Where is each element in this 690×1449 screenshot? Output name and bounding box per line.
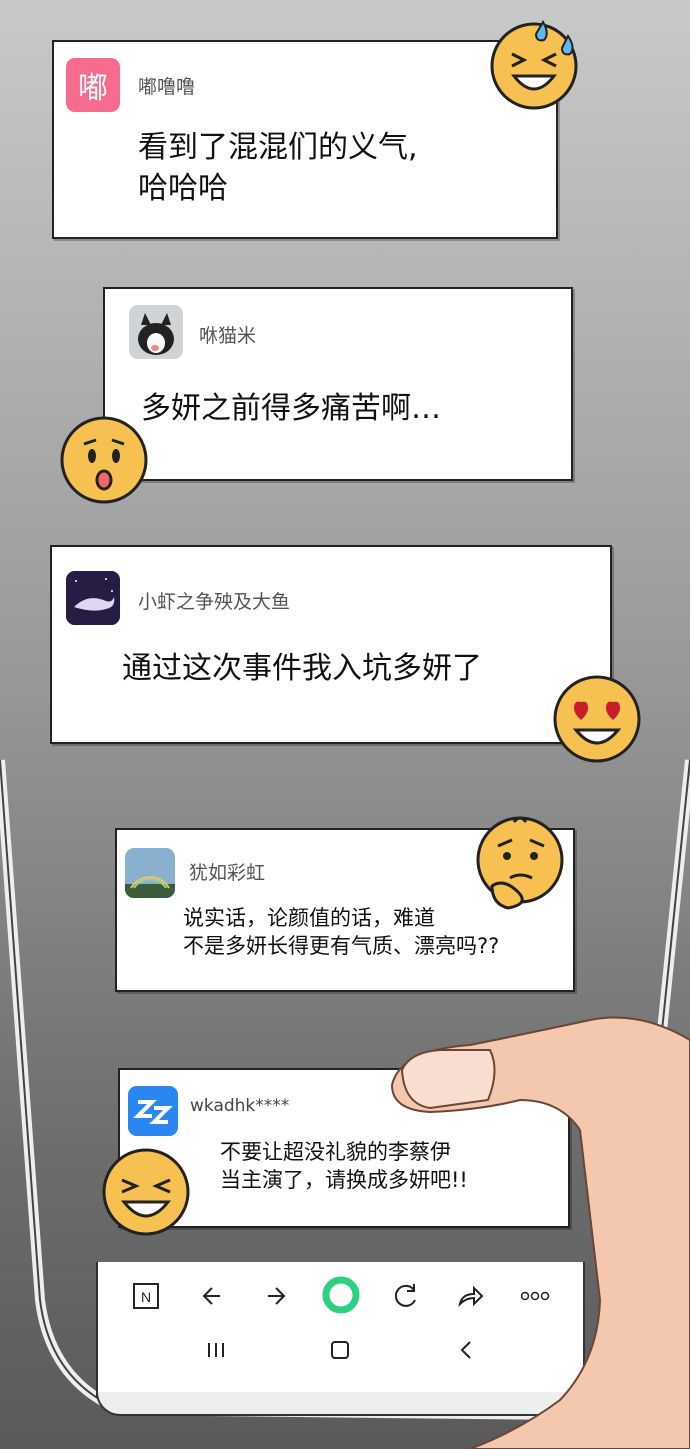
comment-line: 看到了混混们的义气,	[138, 130, 418, 165]
avatar-label: 嘟	[78, 71, 108, 106]
home-circle-icon[interactable]	[320, 1274, 362, 1316]
zzz-icon	[128, 1086, 178, 1136]
comment-text: 通过这次事件我入坑多妍了	[122, 649, 482, 690]
comment-line: 当主演了，请换成多妍吧!!	[220, 1168, 468, 1193]
comment-text: 看到了混混们的义气, 哈哈哈	[138, 128, 418, 209]
comment-line: 哈哈哈	[138, 170, 228, 206]
comment-card: 咻猫米 多妍之前得多痛苦啊…	[103, 287, 573, 481]
comment-line: 通过这次事件我入坑多妍了	[122, 651, 482, 686]
share-icon[interactable]	[454, 1280, 486, 1312]
comment-line: 不要让超没礼貌的李蔡伊	[220, 1140, 451, 1164]
username: wkadhk****	[190, 1096, 290, 1116]
home-icon[interactable]	[326, 1336, 354, 1364]
comment-text: 说实话，论颜值的话，难道 不是多妍长得更有气质、漂亮吗??	[183, 904, 499, 961]
recent-apps-icon[interactable]	[202, 1336, 230, 1364]
heart-eyes-emoji	[553, 675, 641, 763]
username: 小虾之争殃及大鱼	[138, 591, 291, 613]
rainbow-photo-icon	[125, 848, 175, 898]
comment-text: 不要让超没礼貌的李蔡伊 当主演了，请换成多妍吧!!	[220, 1138, 468, 1195]
browser-toolbar: N	[96, 1262, 585, 1398]
cat-photo-icon	[129, 305, 183, 359]
whale-photo-icon	[66, 571, 120, 625]
comment-line: 说实话，论颜值的话，难道	[183, 906, 435, 930]
phone-chin	[96, 1392, 585, 1416]
thinking-emoji	[476, 816, 564, 910]
avatar	[66, 571, 120, 625]
refresh-icon[interactable]	[388, 1278, 422, 1312]
username: 咻猫米	[199, 325, 257, 347]
avatar	[128, 1086, 178, 1136]
more-icon[interactable]	[518, 1280, 552, 1312]
comment-card: 嘟 嘟噜噜 看到了混混们的义气, 哈哈哈	[52, 40, 558, 239]
comment-card: 小虾之争殃及大鱼 通过这次事件我入坑多妍了	[50, 545, 612, 744]
back-icon[interactable]	[452, 1336, 480, 1364]
worried-emoji	[60, 416, 148, 504]
forward-arrow-icon[interactable]	[260, 1280, 292, 1312]
avatar: 嘟	[66, 58, 120, 112]
comment-text: 多妍之前得多痛苦啊…	[141, 389, 441, 430]
laughing-sweat-emoji	[490, 20, 578, 110]
laughing-emoji	[102, 1148, 190, 1236]
avatar	[125, 848, 175, 898]
username: 犹如彩虹	[189, 862, 266, 884]
svg-text:N: N	[141, 1289, 151, 1305]
username: 嘟噜噜	[138, 76, 196, 98]
back-arrow-icon[interactable]	[196, 1280, 228, 1312]
n-icon[interactable]: N	[130, 1280, 162, 1312]
avatar	[129, 305, 183, 359]
comment-line: 不是多妍长得更有气质、漂亮吗??	[183, 934, 500, 959]
comment-line: 多妍之前得多痛苦啊…	[141, 391, 441, 426]
